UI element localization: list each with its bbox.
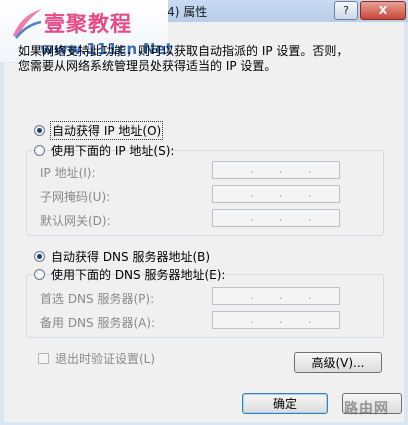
help-icon: ?	[343, 4, 349, 17]
close-icon: X	[378, 4, 388, 17]
validate-checkbox-box[interactable]	[38, 353, 49, 364]
close-button[interactable]: X	[360, 1, 406, 20]
ip-manual-radio-dot[interactable]	[34, 144, 45, 156]
swoosh-icon	[13, 9, 42, 39]
description-line-1: 如果网络支持此功能，则可以获取自动指派的 IP 设置。否则，	[18, 44, 349, 58]
dns-auto-label: 自动获得 DNS 服务器地址(B)	[51, 249, 211, 264]
watermark-name: 壹聚教程	[44, 12, 132, 36]
advanced-button[interactable]: 高级(V)...	[294, 352, 382, 373]
ip-address-label: IP 地址(I):	[40, 166, 96, 180]
alternate-dns-label: 备用 DNS 服务器(A):	[40, 316, 156, 330]
default-gateway-label: 默认网关(D):	[40, 214, 111, 228]
ip-manual-label: 使用下面的 IP 地址(S):	[51, 143, 175, 158]
subnet-mask-label: 子网掩码(U):	[40, 190, 111, 204]
subnet-mask-input[interactable]: ...	[212, 185, 340, 203]
ok-button[interactable]: 确定	[242, 393, 328, 414]
dns-auto-radio-dot[interactable]	[34, 250, 45, 262]
dns-manual-radio-dot[interactable]	[34, 268, 45, 280]
ip-auto-radio-dot[interactable]	[34, 124, 45, 136]
default-gateway-input[interactable]: ...	[212, 209, 340, 227]
properties-dialog: v4) 属性 ? X 壹聚教程 www.111cn.Net 如果网络支持此功能，…	[0, 0, 408, 425]
dns-auto-radio[interactable]: 自动获得 DNS 服务器地址(B)	[34, 248, 210, 264]
validate-on-exit-checkbox[interactable]: 退出时验证设置(L)	[38, 350, 155, 367]
preferred-dns-label: 首选 DNS 服务器(P):	[40, 292, 155, 306]
dns-manual-radio[interactable]: 使用下面的 DNS 服务器地址(E):	[34, 266, 225, 282]
dns-manual-label: 使用下面的 DNS 服务器地址(E):	[51, 267, 226, 282]
ip-auto-label: 自动获得 IP 地址(O)	[49, 120, 164, 140]
ip-manual-radio[interactable]: 使用下面的 IP 地址(S):	[34, 142, 174, 158]
ip-auto-radio[interactable]: 自动获得 IP 地址(O)	[34, 120, 164, 140]
ip-address-input[interactable]: ...	[212, 161, 340, 179]
corner-watermark: 路由网	[344, 401, 389, 417]
description-line-2: 您需要从网络系统管理员处获得适当的 IP 设置。	[18, 59, 277, 73]
preferred-dns-input[interactable]: ...	[212, 287, 340, 305]
help-button[interactable]: ?	[334, 1, 358, 20]
description: 如果网络支持此功能，则可以获取自动指派的 IP 设置。否则， 您需要从网络系统管…	[18, 44, 398, 74]
validate-on-exit-label: 退出时验证设置(L)	[55, 352, 156, 366]
alternate-dns-input[interactable]: ...	[212, 311, 340, 329]
